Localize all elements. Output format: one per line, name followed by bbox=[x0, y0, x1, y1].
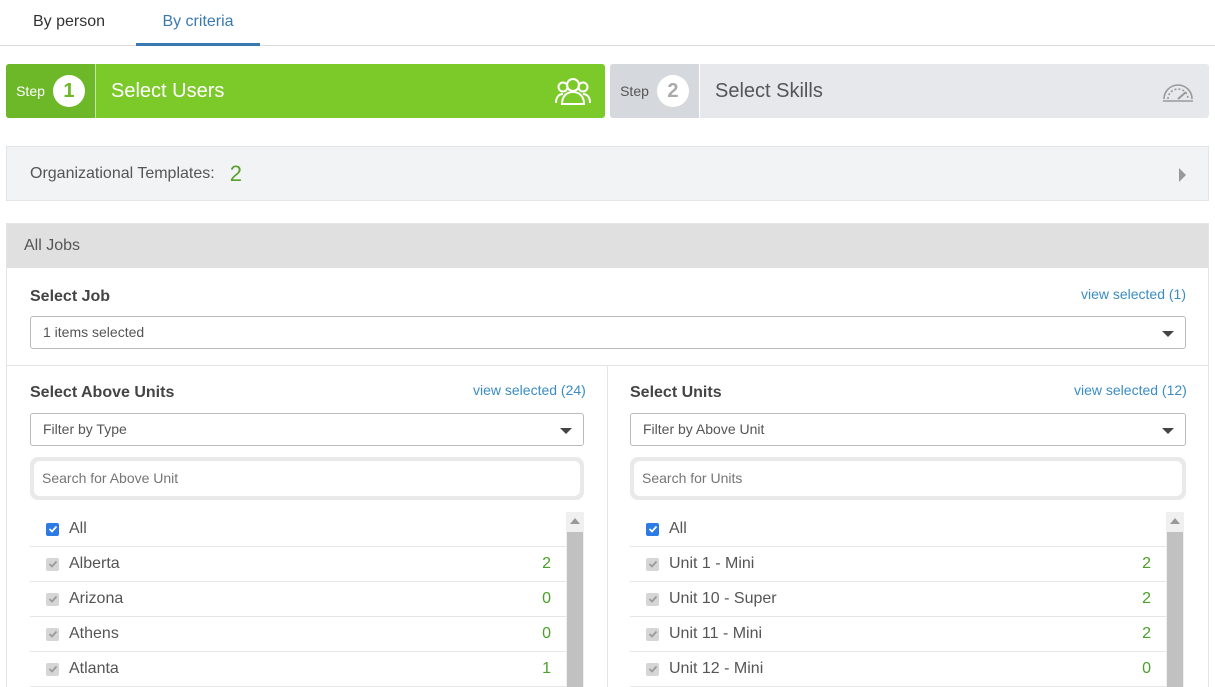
list-item[interactable]: Unit 11 - Mini 2 bbox=[630, 617, 1166, 652]
check-icon bbox=[48, 525, 57, 533]
above-unit-search-input[interactable] bbox=[34, 461, 580, 496]
filter-by-above-unit-dropdown[interactable]: Filter by Above Unit bbox=[630, 413, 1186, 446]
step-select-skills[interactable]: Step 2 Select Skills bbox=[610, 64, 1209, 118]
step-badge: Step 1 bbox=[6, 64, 96, 118]
check-icon bbox=[48, 665, 57, 673]
list-item-label: All bbox=[669, 520, 687, 537]
job-dropdown-value: 1 items selected bbox=[43, 324, 145, 340]
step-number: 2 bbox=[656, 75, 689, 107]
scroll-thumb[interactable] bbox=[1167, 532, 1183, 687]
tab-by-person[interactable]: By person bbox=[14, 0, 124, 46]
list-item[interactable]: Athens 0 bbox=[30, 617, 566, 652]
checkbox[interactable] bbox=[646, 522, 659, 536]
tab-bar: By person By criteria bbox=[0, 0, 1215, 46]
step-select-users[interactable]: Step 1 Select Users bbox=[6, 64, 605, 118]
filter-by-type-value: Filter by Type bbox=[43, 421, 127, 437]
list-item-label: Atlanta bbox=[69, 660, 119, 677]
checkbox[interactable] bbox=[646, 592, 659, 606]
list-item[interactable]: Unit 10 - Super 2 bbox=[630, 582, 1166, 617]
checkbox[interactable] bbox=[46, 522, 59, 536]
above-units-list: All Alberta 2 Arizona 0 Athens 0 Atlanta 1 bbox=[30, 512, 584, 687]
chevron-down-icon bbox=[1162, 331, 1174, 337]
list-item-label: Arizona bbox=[69, 590, 124, 607]
checkbox[interactable] bbox=[46, 557, 59, 571]
check-icon bbox=[648, 525, 657, 533]
list-item-count: 2 bbox=[1142, 625, 1151, 642]
org-templates-bar[interactable]: Organizational Templates: 2 bbox=[6, 146, 1209, 201]
view-selected-job-link[interactable]: view selected (1) bbox=[1081, 286, 1186, 302]
checkbox[interactable] bbox=[646, 557, 659, 571]
filter-by-above-unit-value: Filter by Above Unit bbox=[643, 421, 765, 437]
chevron-down-icon bbox=[1162, 428, 1174, 434]
list-item[interactable]: All bbox=[630, 512, 1166, 547]
list-item-label: Unit 1 - Mini bbox=[669, 555, 755, 572]
tab-by-criteria[interactable]: By criteria bbox=[136, 0, 260, 46]
step-title: Select Skills bbox=[715, 79, 823, 102]
scroll-up-icon[interactable] bbox=[1170, 518, 1180, 524]
list-item-count: 0 bbox=[542, 625, 551, 642]
gauge-icon bbox=[1161, 79, 1195, 103]
check-icon bbox=[648, 630, 657, 638]
job-dropdown[interactable]: 1 items selected bbox=[30, 316, 1186, 349]
org-templates-label: Organizational Templates: bbox=[30, 164, 215, 182]
scrollbar[interactable] bbox=[1166, 512, 1184, 687]
list-item-label: Unit 12 - Mini bbox=[669, 660, 764, 677]
check-icon bbox=[648, 560, 657, 568]
list-item-count: 1 bbox=[542, 660, 551, 677]
all-jobs-panel: All Jobs Select Job view selected (1) 1 … bbox=[6, 223, 1209, 687]
org-templates-count: 2 bbox=[229, 160, 242, 186]
chevron-down-icon bbox=[560, 428, 572, 434]
select-job-title: Select Job bbox=[30, 288, 111, 305]
list-item-count: 2 bbox=[1142, 555, 1151, 572]
list-item[interactable]: Unit 12 - Mini 0 bbox=[630, 652, 1166, 687]
users-icon bbox=[555, 76, 591, 106]
check-icon bbox=[648, 595, 657, 603]
list-item-label: Unit 10 - Super bbox=[669, 590, 777, 607]
scroll-thumb[interactable] bbox=[567, 532, 583, 687]
column-divider bbox=[607, 366, 608, 687]
scrollbar[interactable] bbox=[566, 512, 584, 687]
step-title: Select Users bbox=[111, 79, 225, 102]
select-units-title: Select Units bbox=[630, 384, 722, 401]
unit-search-input[interactable] bbox=[634, 461, 1182, 496]
panel-title: All Jobs bbox=[7, 224, 1208, 268]
step-badge: Step 2 bbox=[610, 64, 700, 118]
step-word: Step bbox=[16, 83, 45, 99]
list-item[interactable]: Alberta 2 bbox=[30, 547, 566, 582]
list-item-label: All bbox=[69, 520, 87, 537]
list-item-label: Alberta bbox=[69, 555, 120, 572]
view-selected-above-units-link[interactable]: view selected (24) bbox=[473, 382, 586, 398]
list-item-label: Athens bbox=[69, 625, 119, 642]
units-list: All Unit 1 - Mini 2 Unit 10 - Super 2 Unit 11… bbox=[630, 512, 1186, 687]
list-item[interactable]: Arizona 0 bbox=[30, 582, 566, 617]
select-job-section: Select Job view selected (1) 1 items sel… bbox=[7, 268, 1208, 366]
step-word: Step bbox=[620, 83, 649, 99]
above-unit-search-wrap bbox=[30, 457, 584, 500]
list-item-label: Unit 11 - Mini bbox=[669, 625, 763, 642]
checkbox[interactable] bbox=[646, 662, 659, 676]
check-icon bbox=[648, 665, 657, 673]
list-item[interactable]: All bbox=[30, 512, 566, 547]
list-item-count: 2 bbox=[1142, 590, 1151, 607]
list-item-count: 0 bbox=[1142, 660, 1151, 677]
select-above-units-title: Select Above Units bbox=[30, 384, 175, 401]
checkbox[interactable] bbox=[46, 662, 59, 676]
scroll-up-icon[interactable] bbox=[570, 518, 580, 524]
list-item[interactable]: Unit 1 - Mini 2 bbox=[630, 547, 1166, 582]
check-icon bbox=[48, 630, 57, 638]
checkbox[interactable] bbox=[646, 627, 659, 641]
checkbox[interactable] bbox=[46, 592, 59, 606]
list-item-count: 0 bbox=[542, 590, 551, 607]
filter-by-type-dropdown[interactable]: Filter by Type bbox=[30, 413, 584, 446]
checkbox[interactable] bbox=[46, 627, 59, 641]
view-selected-units-link[interactable]: view selected (12) bbox=[1074, 382, 1187, 398]
check-icon bbox=[48, 595, 57, 603]
unit-search-wrap bbox=[630, 457, 1186, 500]
check-icon bbox=[48, 560, 57, 568]
list-item-count: 2 bbox=[542, 555, 551, 572]
step-number: 1 bbox=[52, 75, 85, 107]
chevron-right-icon[interactable] bbox=[1179, 168, 1186, 182]
list-item[interactable]: Atlanta 1 bbox=[30, 652, 566, 687]
